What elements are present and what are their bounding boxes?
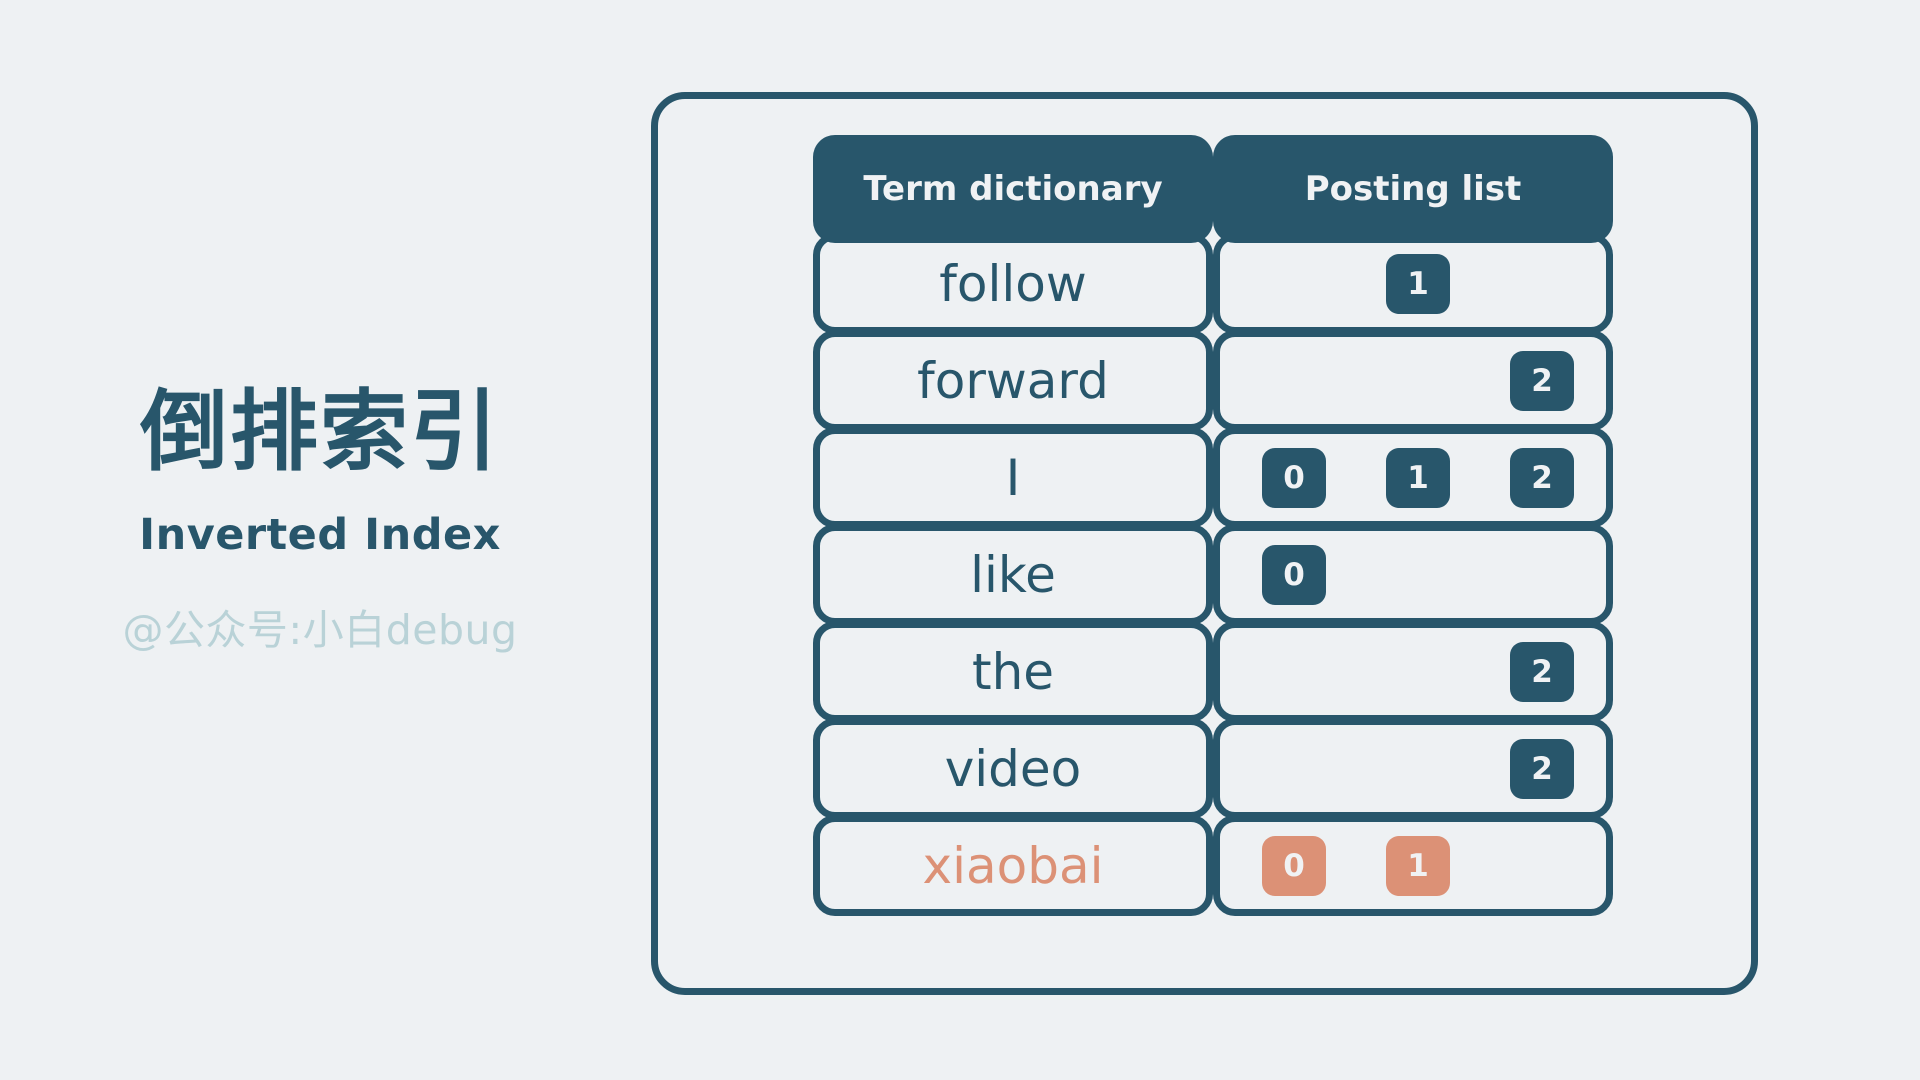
posting-slot: 2 [1480, 641, 1604, 702]
posting-slots: 1 [1232, 253, 1606, 314]
posting-slot [1232, 642, 1356, 702]
doc-id-badge: 0 [1262, 544, 1326, 605]
posting-slot: 2 [1480, 738, 1604, 799]
posting-slot: 1 [1356, 835, 1480, 896]
term-label: the [971, 642, 1055, 701]
term-cell: xiaobai [813, 815, 1213, 916]
doc-id-badge: 2 [1510, 738, 1574, 799]
term-label: video [944, 739, 1082, 798]
posting-slot [1356, 642, 1480, 702]
posting-slot: 2 [1480, 350, 1604, 411]
posting-slots: 01 [1232, 835, 1606, 896]
watermark-credit: @公众号:小白debug [122, 606, 518, 655]
posting-cell: 012 [1213, 427, 1613, 528]
doc-id-badge: 1 [1386, 447, 1450, 508]
posting-cell: 01 [1213, 815, 1613, 916]
term-cell: video [813, 718, 1213, 819]
term-cell: forward [813, 330, 1213, 431]
posting-slot [1480, 254, 1604, 314]
posting-cell: 2 [1213, 621, 1613, 722]
term-cell: like [813, 524, 1213, 625]
posting-slots: 2 [1232, 641, 1606, 702]
posting-slot [1232, 351, 1356, 411]
posting-slot [1232, 254, 1356, 314]
column-header-posting-list: Posting list [1213, 135, 1613, 243]
doc-id-badge: 2 [1510, 641, 1574, 702]
posting-slot: 1 [1356, 253, 1480, 314]
term-label: forward [917, 351, 1109, 410]
column-header-term-dictionary: Term dictionary [813, 135, 1213, 243]
table-row: video 2 [813, 718, 1613, 819]
term-label: like [970, 545, 1056, 604]
doc-id-badge: 0 [1262, 447, 1326, 508]
posting-slots: 0 [1232, 544, 1606, 605]
inverted-index-infographic: 倒排索引 Inverted Index @公众号:小白debug Term di… [0, 0, 1920, 1080]
posting-slot [1232, 739, 1356, 799]
term-cell: follow [813, 233, 1213, 334]
posting-cell: 0 [1213, 524, 1613, 625]
table-row: follow 1 [813, 233, 1613, 334]
term-label: follow [939, 254, 1087, 313]
table-header-row: Term dictionary Posting list [813, 135, 1613, 243]
term-label: xiaobai [922, 836, 1104, 895]
posting-slot: 1 [1356, 447, 1480, 508]
posting-slot: 0 [1232, 447, 1356, 508]
doc-id-badge: 2 [1510, 350, 1574, 411]
table-row: I 012 [813, 427, 1613, 528]
posting-cell: 2 [1213, 718, 1613, 819]
posting-slot: 2 [1480, 447, 1604, 508]
posting-slots: 012 [1232, 447, 1606, 508]
posting-slots: 2 [1232, 350, 1606, 411]
doc-id-badge: 1 [1386, 835, 1450, 896]
posting-slot [1480, 836, 1604, 896]
table-body: follow 1 forward 2 I 0 1 2 like 0 the 2 video 2 xiaoba… [813, 233, 1613, 916]
term-cell: I [813, 427, 1213, 528]
table-row: xiaobai 0 1 [813, 815, 1613, 916]
table-row: the 2 [813, 621, 1613, 722]
inverted-index-table: Term dictionary Posting list follow 1 forw… [813, 135, 1613, 916]
posting-cell: 1 [1213, 233, 1613, 334]
page-subtitle-english: Inverted Index [139, 510, 501, 561]
posting-slot [1356, 351, 1480, 411]
posting-slot: 0 [1232, 544, 1356, 605]
posting-slot: 0 [1232, 835, 1356, 896]
term-label: I [1005, 448, 1021, 507]
left-panel: 倒排索引 Inverted Index @公众号:小白debug [0, 0, 640, 1080]
table-row: like 0 [813, 524, 1613, 625]
doc-id-badge: 0 [1262, 835, 1326, 896]
diagram-card: Term dictionary Posting list follow 1 forw… [651, 92, 1758, 995]
posting-slot [1480, 545, 1604, 605]
posting-slot [1356, 545, 1480, 605]
table-row: forward 2 [813, 330, 1613, 431]
posting-slot [1356, 739, 1480, 799]
term-cell: the [813, 621, 1213, 722]
doc-id-badge: 1 [1386, 253, 1450, 314]
page-title-chinese: 倒排索引 [139, 379, 500, 483]
posting-slots: 2 [1232, 738, 1606, 799]
doc-id-badge: 2 [1510, 447, 1574, 508]
posting-cell: 2 [1213, 330, 1613, 431]
